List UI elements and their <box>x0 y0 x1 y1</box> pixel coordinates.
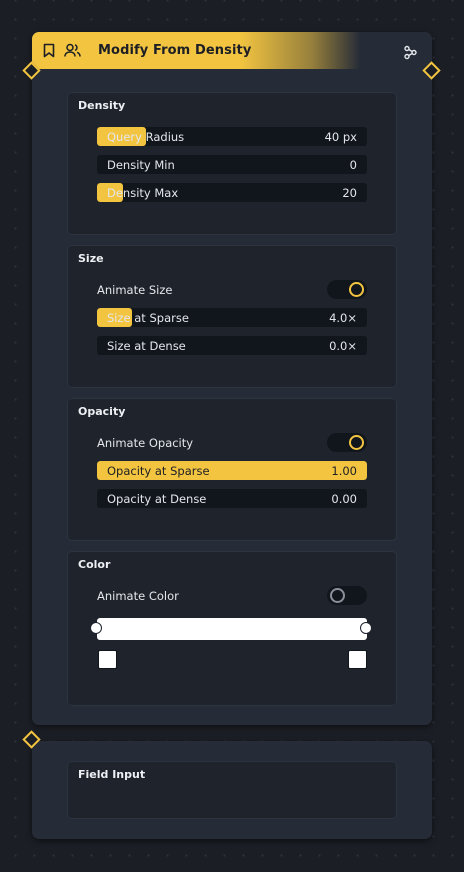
node-title: Modify From Density <box>98 43 252 58</box>
opacity-panel: Opacity Animate Opacity Opacity at Spars… <box>67 398 397 541</box>
density-max-field[interactable]: Density Max 20 <box>97 183 367 202</box>
start-color-swatch[interactable] <box>98 650 117 669</box>
opacity-at-dense-field[interactable]: Opacity at Dense 0.00 <box>97 489 367 508</box>
opacity-at-sparse-field[interactable]: Opacity at Sparse 1.00 <box>97 461 367 480</box>
density-max-value: 20 <box>342 186 357 200</box>
opacity-at-sparse-value: 1.00 <box>331 464 357 478</box>
animate-size-label: Animate Size <box>97 283 173 297</box>
end-color-swatch[interactable] <box>348 650 367 669</box>
density-min-value: 0 <box>349 158 357 172</box>
size-at-sparse-field[interactable]: Size at Sparse 4.0× <box>97 308 367 327</box>
size-at-dense-label: Size at Dense <box>107 339 186 353</box>
toggle-knob <box>349 435 364 450</box>
animate-color-label: Animate Color <box>97 589 179 603</box>
size-at-dense-field[interactable]: Size at Dense 0.0× <box>97 336 367 355</box>
animate-opacity-toggle[interactable] <box>327 433 367 452</box>
color-panel: Color Animate Color <box>67 551 397 706</box>
density-max-label: Density Max <box>107 186 179 200</box>
query-radius-value: 40 px <box>324 130 357 144</box>
color-section-title: Color <box>78 558 111 571</box>
density-min-field[interactable]: Density Min 0 <box>97 155 367 174</box>
size-at-dense-value: 0.0× <box>329 339 357 353</box>
animate-opacity-label: Animate Opacity <box>97 436 194 450</box>
size-at-sparse-label: Size at Sparse <box>107 311 189 325</box>
field-input-node[interactable]: Field Input <box>32 741 432 839</box>
users-icon[interactable] <box>64 43 81 62</box>
size-section-title: Size <box>78 252 104 265</box>
share-nodes-icon[interactable] <box>403 45 418 64</box>
toggle-knob <box>330 588 345 603</box>
toggle-knob <box>349 282 364 297</box>
density-panel: Density Query Radius 40 px Density Min 0… <box>67 92 397 235</box>
opacity-at-dense-label: Opacity at Dense <box>107 492 207 506</box>
animate-color-toggle[interactable] <box>327 586 367 605</box>
density-min-label: Density Min <box>107 158 175 172</box>
gradient-start-stop[interactable] <box>90 622 102 634</box>
gradient-end-stop[interactable] <box>360 622 372 634</box>
field-input-panel: Field Input <box>67 761 397 819</box>
color-gradient-bar[interactable] <box>97 618 367 640</box>
size-panel: Size Animate Size Size at Sparse 4.0× Si… <box>67 245 397 388</box>
size-at-sparse-value: 4.0× <box>329 311 357 325</box>
opacity-at-sparse-label: Opacity at Sparse <box>107 464 210 478</box>
field-input-title: Field Input <box>78 768 146 781</box>
bookmark-icon[interactable] <box>43 43 55 62</box>
modify-from-density-node[interactable]: Modify From Density Density Query Radius… <box>32 32 432 725</box>
opacity-section-title: Opacity <box>78 405 126 418</box>
opacity-at-dense-value: 0.00 <box>331 492 357 506</box>
density-section-title: Density <box>78 99 126 112</box>
animate-size-toggle[interactable] <box>327 280 367 299</box>
query-radius-field[interactable]: Query Radius 40 px <box>97 127 367 146</box>
query-radius-label: Query Radius <box>107 130 185 144</box>
node-header[interactable]: Modify From Density <box>32 32 432 69</box>
